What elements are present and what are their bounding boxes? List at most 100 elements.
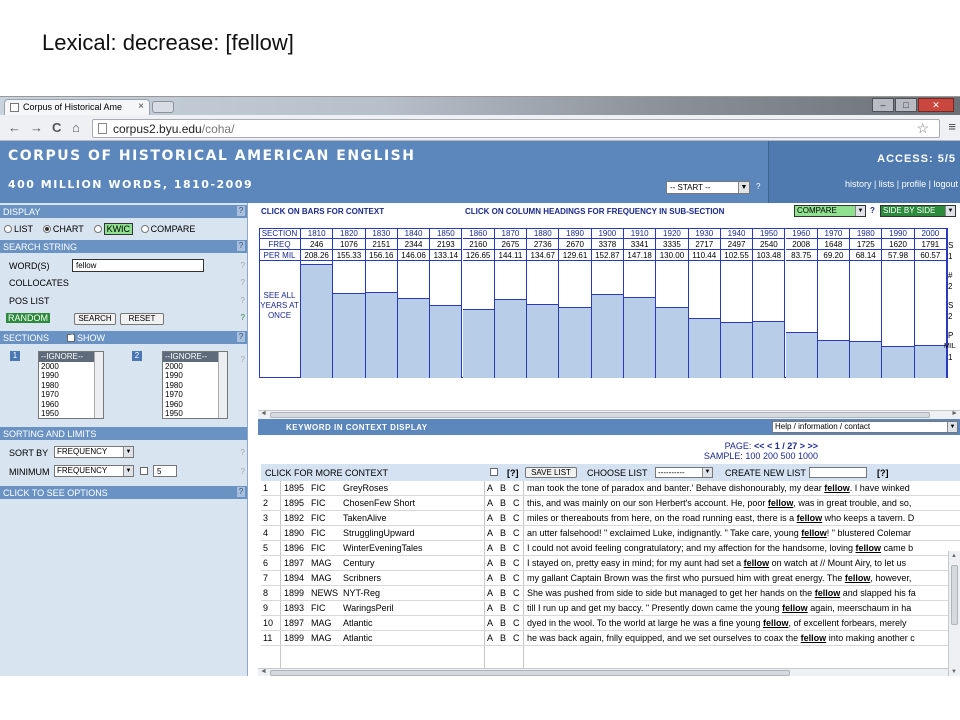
keyword[interactable]: fellow xyxy=(768,498,794,508)
section-cell-2000[interactable]: 2000 xyxy=(914,228,947,239)
section-cell-1860[interactable]: 1860 xyxy=(462,228,495,239)
context-a-link[interactable]: A xyxy=(487,571,493,586)
table-row[interactable]: 3 1892 FIC TakenAlive A B Cmiles or thereabout… xyxy=(261,511,960,526)
bar-column-1980[interactable] xyxy=(850,261,883,378)
bar-column-1840[interactable] xyxy=(397,261,431,378)
context-b-link[interactable]: B xyxy=(500,631,506,646)
collocates-help-icon[interactable]: ? xyxy=(241,278,245,287)
close-window-button[interactable]: ✕ xyxy=(918,98,954,112)
bar-1950[interactable] xyxy=(753,321,785,378)
table-row[interactable]: 9 1893 FIC WaringsPeril A B Ctill I run up and… xyxy=(261,601,960,616)
bar-1960[interactable] xyxy=(785,332,817,378)
bar-column-1830[interactable] xyxy=(365,261,398,378)
display-kwic-option[interactable]: KWIC xyxy=(93,223,134,235)
section-2-list[interactable]: --IGNORE-- 2000 1990 1980 1970 1960 1950 xyxy=(162,351,228,419)
table-row[interactable]: 11 1899 MAG Atlantic A B Che was back again, f… xyxy=(261,631,960,646)
context-c-link[interactable]: C xyxy=(513,586,520,601)
keyword[interactable]: fellow xyxy=(782,603,808,613)
address-bar[interactable]: corpus2.byu.edu/coha/ ☆ xyxy=(92,119,940,138)
sort-by-select[interactable]: FREQUENCY ▼ xyxy=(54,446,134,458)
pos-help-icon[interactable]: ? xyxy=(241,296,245,305)
row-source[interactable]: Scribners xyxy=(343,571,381,586)
reload-icon[interactable]: C xyxy=(52,120,61,135)
section-cell-1810[interactable]: 1810 xyxy=(301,228,334,239)
context-c-link[interactable]: C xyxy=(513,616,520,631)
random-help-icon[interactable]: ? xyxy=(241,313,245,322)
bar-1930[interactable] xyxy=(688,317,720,378)
context-c-link[interactable]: C xyxy=(513,511,520,526)
words-input[interactable]: fellow xyxy=(72,259,204,272)
bar-1970[interactable] xyxy=(817,340,850,378)
section-cell-1830[interactable]: 1830 xyxy=(365,228,398,239)
list-help-link[interactable]: [?] xyxy=(877,468,889,478)
bar-1910[interactable] xyxy=(624,297,656,378)
context-b-link[interactable]: B xyxy=(500,556,506,571)
row-source[interactable]: WaringsPeril xyxy=(343,601,394,616)
scroll-thumb[interactable] xyxy=(270,670,790,676)
keyword[interactable]: fellow xyxy=(763,618,789,628)
section-cell-1850[interactable]: 1850 xyxy=(430,228,463,239)
maximize-button[interactable]: □ xyxy=(895,98,917,112)
row-source[interactable]: Atlantic xyxy=(343,616,373,631)
section-cell-1880[interactable]: 1880 xyxy=(527,228,560,239)
browser-tab[interactable]: Corpus of Historical Ame × xyxy=(4,99,150,115)
table-row[interactable]: 5 1896 FIC WinterEveningTales A B C I could not… xyxy=(261,541,960,556)
scroll-down-icon[interactable]: ▼ xyxy=(951,669,957,675)
context-b-link[interactable]: B xyxy=(500,511,506,526)
keyword[interactable]: fellow xyxy=(845,573,871,583)
context-b-link[interactable]: B xyxy=(500,541,506,556)
bar-1920[interactable] xyxy=(656,306,688,378)
context-a-link[interactable]: A xyxy=(487,481,493,496)
table-row[interactable]: 2 1895 FIC ChosenFew Short A B Cthis, and was … xyxy=(261,496,960,511)
keyword[interactable]: fellow xyxy=(744,558,770,568)
bar-column-1880[interactable] xyxy=(527,261,560,378)
section-1-list[interactable]: --IGNORE-- 2000 1990 1980 1970 1960 1950 xyxy=(38,351,104,419)
context-b-link[interactable]: B xyxy=(500,586,506,601)
minimum-input[interactable]: 5 xyxy=(153,465,177,477)
context-a-link[interactable]: A xyxy=(487,511,493,526)
sample-sizes[interactable]: SAMPLE: 100 200 500 1000 xyxy=(658,451,818,461)
row-source[interactable]: GreyRoses xyxy=(343,481,388,496)
row-source[interactable]: Century xyxy=(343,556,375,571)
browser-menu-icon[interactable]: ≡ xyxy=(948,119,956,134)
minimize-button[interactable]: – xyxy=(872,98,894,112)
context-b-link[interactable]: B xyxy=(500,526,506,541)
keyword[interactable]: fellow xyxy=(801,528,827,538)
section-cell-1930[interactable]: 1930 xyxy=(688,228,721,239)
context-a-link[interactable]: A xyxy=(487,496,493,511)
back-icon[interactable]: ← xyxy=(8,120,21,135)
bar-1850[interactable] xyxy=(430,305,462,378)
kwic-vertical-scrollbar[interactable]: ▲ ▼ xyxy=(948,551,960,676)
context-a-link[interactable]: A xyxy=(487,631,493,646)
see-all-years-link[interactable]: SEE ALL YEARS AT ONCE xyxy=(259,261,301,378)
scroll-left-icon[interactable]: ◄ xyxy=(260,410,267,417)
scroll-up-icon[interactable]: ▲ xyxy=(951,553,957,559)
help-select[interactable]: Help / information / contact ▼ xyxy=(772,421,958,433)
chart-horizontal-scrollbar[interactable]: ◄ ► xyxy=(258,410,960,419)
bookmark-star-icon[interactable]: ☆ xyxy=(916,120,929,137)
help-icon[interactable]: ? xyxy=(237,487,245,497)
context-a-link[interactable]: A xyxy=(487,556,493,571)
section-help-icon[interactable]: ? xyxy=(241,355,245,364)
context-c-link[interactable]: C xyxy=(513,481,520,496)
scroll-thumb[interactable] xyxy=(951,565,958,625)
options-header[interactable]: CLICK TO SEE OPTIONS ? xyxy=(0,486,247,499)
bar-column-1820[interactable] xyxy=(333,261,366,378)
random-button[interactable]: RANDOM xyxy=(6,313,50,323)
side-by-side-select[interactable]: SIDE BY SIDE ▼ xyxy=(880,205,956,217)
home-icon[interactable]: ⌂ xyxy=(72,120,80,135)
context-c-link[interactable]: C xyxy=(513,571,520,586)
kwic-help-link[interactable]: [?] xyxy=(507,468,519,478)
bar-1990[interactable] xyxy=(882,346,914,378)
bar-column-2000[interactable] xyxy=(914,261,947,378)
sort-help-icon[interactable]: ? xyxy=(241,448,245,457)
table-row[interactable]: 8 1899 NEWS NYT-Reg A B C She was pushed from s… xyxy=(261,586,960,601)
page-navigation[interactable]: << < 1 / 27 > >> xyxy=(754,441,818,451)
bar-1830[interactable] xyxy=(365,292,397,378)
bar-1820[interactable] xyxy=(333,292,365,378)
context-c-link[interactable]: C xyxy=(513,556,520,571)
context-a-link[interactable]: A xyxy=(487,586,493,601)
bar-1870[interactable] xyxy=(494,299,527,378)
minimum-help-icon[interactable]: ? xyxy=(241,467,245,476)
context-a-link[interactable]: A xyxy=(487,601,493,616)
